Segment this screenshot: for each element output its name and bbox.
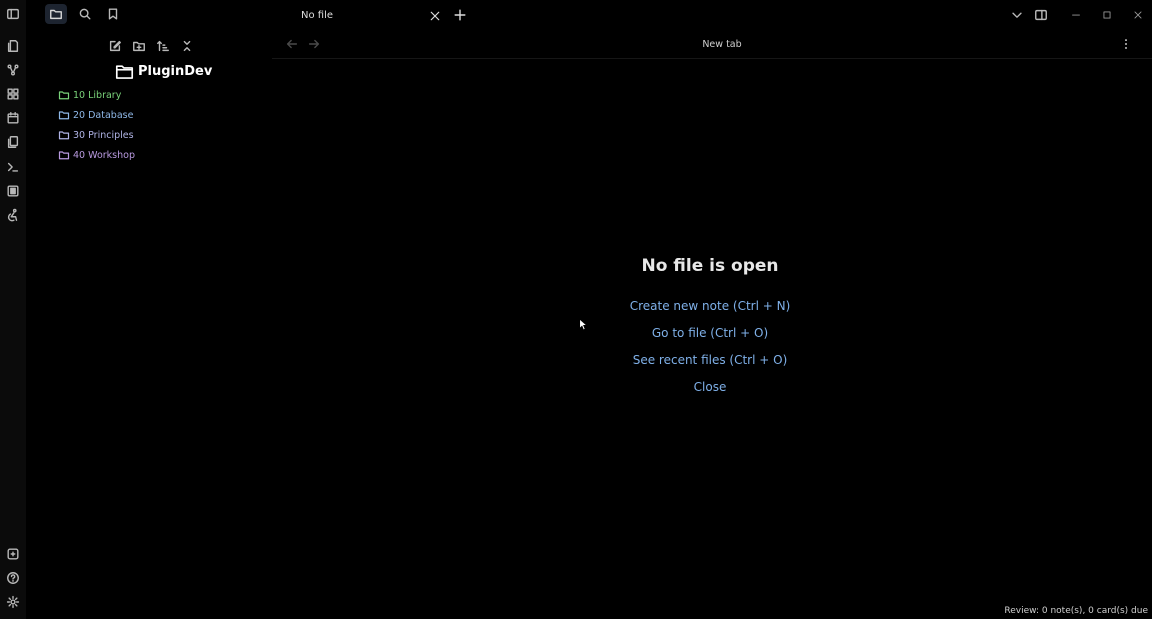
folder-item-database[interactable]: 20 Database — [58, 109, 133, 121]
toggle-right-sidebar-icon[interactable] — [1032, 6, 1050, 24]
vault-switcher-icon[interactable] — [5, 546, 21, 562]
help-icon[interactable] — [5, 570, 21, 586]
new-folder-icon[interactable] — [130, 37, 148, 55]
close-link[interactable]: Close — [560, 377, 860, 404]
toggle-sidebar-icon[interactable] — [5, 6, 21, 22]
files-tab-folder-icon[interactable] — [45, 4, 67, 24]
vault-title[interactable]: PluginDev — [115, 62, 212, 81]
calendar-icon[interactable] — [5, 110, 21, 126]
open-daily-note-icon[interactable] — [5, 38, 21, 54]
folder-item-workshop[interactable]: 40 Workshop — [58, 149, 135, 161]
folder-label: 10 Library — [73, 89, 122, 101]
folder-label: 30 Principles — [73, 129, 134, 141]
folder-icon — [58, 91, 70, 100]
more-options-icon[interactable] — [1119, 37, 1133, 51]
left-ribbon — [0, 0, 26, 619]
new-note-icon[interactable] — [106, 37, 124, 55]
mouse-cursor-icon — [579, 318, 588, 331]
window-close-icon[interactable] — [1129, 6, 1147, 24]
tab-bar: No file — [272, 0, 1152, 30]
empty-state-title: No file is open — [641, 256, 779, 276]
folder-item-library[interactable]: 10 Library — [58, 89, 121, 101]
vault-name: PluginDev — [138, 64, 213, 79]
empty-state: No file is open Create new note (Ctrl + … — [560, 256, 860, 404]
folder-icon — [58, 151, 70, 160]
collapse-all-icon[interactable] — [178, 37, 196, 55]
tab-list-chevron-down-icon[interactable] — [1008, 6, 1026, 24]
window-minimize-icon[interactable] — [1067, 6, 1085, 24]
templates-icon[interactable] — [5, 134, 21, 150]
graph-view-icon[interactable] — [5, 62, 21, 78]
vault-folder-icon — [115, 65, 134, 79]
search-tab-icon[interactable] — [74, 4, 96, 24]
terminal-icon[interactable] — [5, 159, 21, 175]
tab-title: No file — [301, 10, 334, 21]
file-explorer-sidebar: PluginDev 10 Library 20 Database 30 Prin… — [26, 0, 272, 619]
window-maximize-icon[interactable] — [1098, 6, 1116, 24]
sort-order-icon[interactable] — [154, 37, 172, 55]
new-tab-plus-icon[interactable] — [452, 7, 468, 23]
accessibility-icon[interactable] — [5, 207, 21, 223]
folder-label: 20 Database — [73, 109, 134, 121]
create-new-note-link[interactable]: Create new note (Ctrl + N) — [560, 296, 860, 323]
view-header: New tab — [272, 30, 1152, 59]
folder-label: 40 Workshop — [73, 149, 135, 161]
canvas-icon[interactable] — [5, 86, 21, 102]
settings-gear-icon[interactable] — [5, 594, 21, 610]
tab-no-file[interactable]: No file — [288, 5, 446, 29]
folder-item-principles[interactable]: 30 Principles — [58, 129, 134, 141]
folder-icon — [58, 111, 70, 120]
flashcards-icon[interactable] — [5, 183, 21, 199]
folder-icon — [58, 131, 70, 140]
go-to-file-link[interactable]: Go to file (Ctrl + O) — [560, 323, 860, 350]
tab-close-icon[interactable] — [428, 9, 442, 23]
bookmarks-tab-icon[interactable] — [102, 4, 124, 24]
view-title: New tab — [702, 39, 742, 50]
status-bar-review[interactable]: Review: 0 note(s), 0 card(s) due — [1004, 606, 1148, 616]
see-recent-files-link[interactable]: See recent files (Ctrl + O) — [560, 350, 860, 377]
